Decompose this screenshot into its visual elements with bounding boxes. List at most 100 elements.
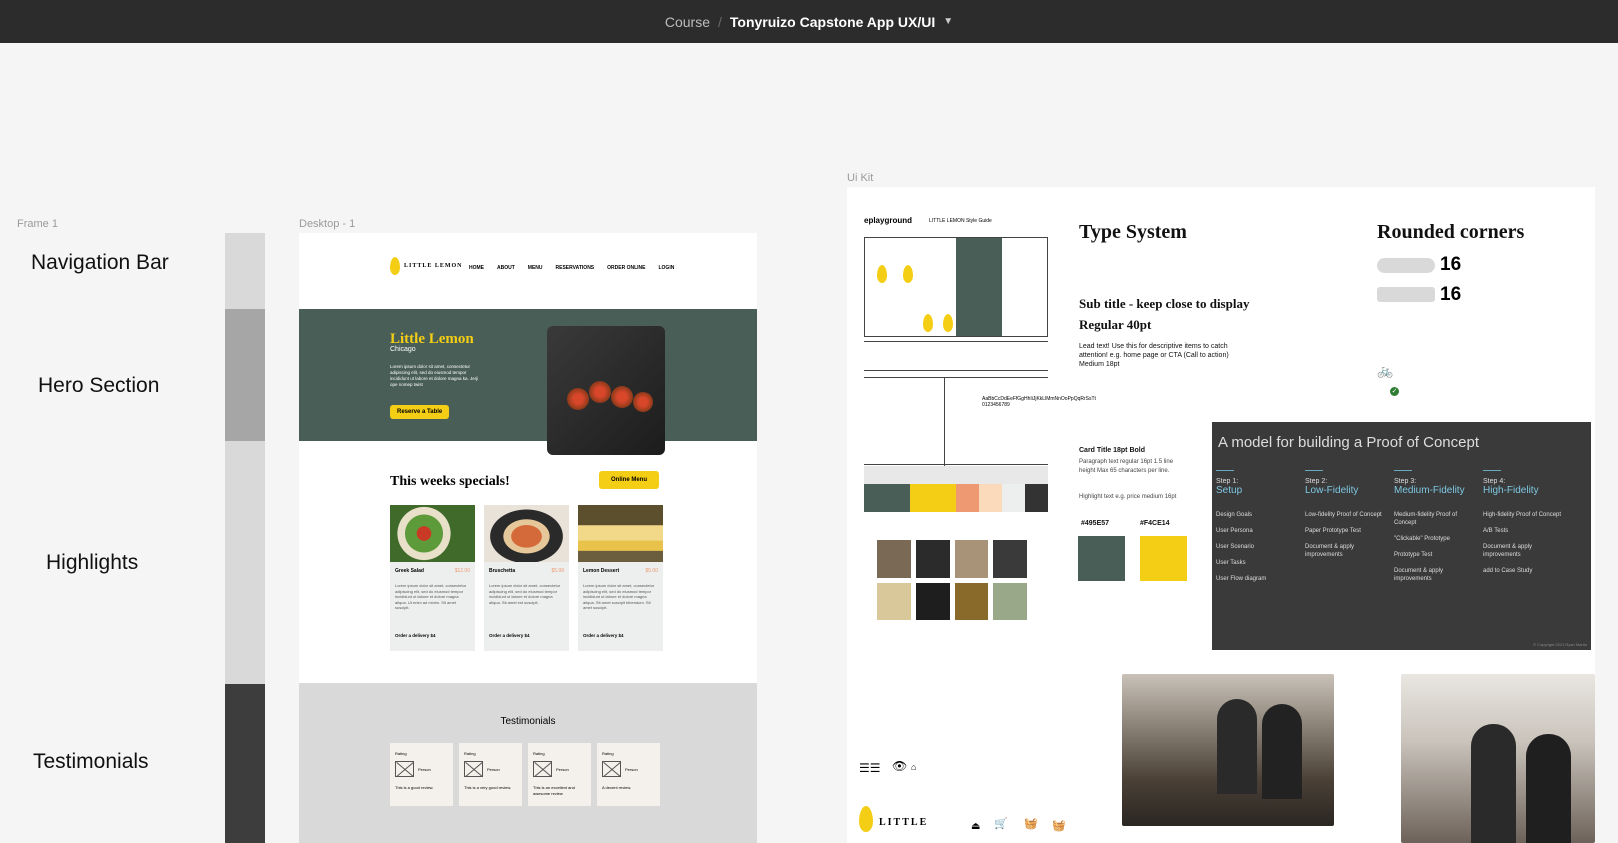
greek-salad-image	[390, 505, 475, 562]
avatar-placeholder-icon	[533, 761, 552, 777]
card-order-link[interactable]: Order a delivery $4	[395, 633, 436, 638]
basket-add-icon: 🧺	[1024, 818, 1038, 830]
styleguide-color-header	[864, 466, 1048, 484]
chevron-down-icon[interactable]: ▼	[943, 16, 953, 27]
card-title: Bruschetta	[489, 568, 516, 574]
ui-kit-frame[interactable]: eplayground LITTLE LEMON Style Guide AaB…	[847, 187, 1595, 843]
testimonial-card: Rating Person This is an excellent and awe…	[528, 743, 591, 806]
card-order-link[interactable]: Order a delivery $4	[583, 633, 624, 638]
hero-image	[547, 326, 665, 455]
testimonial-card: Rating Person This is a very good review.	[459, 743, 522, 806]
card-price: $5.99	[551, 568, 564, 574]
card-title-sample: Card Title 18pt Bold	[1079, 447, 1145, 454]
section-bar-highlights[interactable]	[225, 441, 265, 684]
lemon-dessert-image	[578, 505, 663, 562]
frame-label-desktop[interactable]: Desktop - 1	[299, 218, 355, 230]
cart-icon: ⏏	[971, 821, 981, 832]
logo[interactable]: LITTLE LEMON	[390, 257, 463, 275]
file-name[interactable]: Tonyruizo Capstone App UX/UI	[730, 14, 935, 30]
chefs-photo-2	[1401, 674, 1595, 843]
card-description: Lorem ipsum dolor sit amet, consectetur …	[395, 583, 467, 610]
desktop-frame[interactable]: LITTLE LEMON HOME ABOUT MENU RESERVATION…	[299, 233, 757, 843]
breadcrumb-separator: /	[718, 13, 722, 30]
regular-sample: Regular 40pt	[1079, 317, 1152, 332]
proof-of-concept-panel: A model for building a Proof of Concept …	[1212, 422, 1591, 650]
section-bar-testimonials[interactable]	[225, 684, 265, 843]
eye-icon: 👁	[892, 759, 908, 773]
testimonials-title: Testimonials	[500, 716, 556, 727]
nav-bar: LITTLE LEMON HOME ABOUT MENU RESERVATION…	[299, 233, 757, 309]
styleguide-typefaces: AaBbCcDdEeFfGgHhIiJjKkLlMmNnOoPpQqRrSsTt…	[864, 377, 1096, 466]
styleguide-info-row	[864, 341, 1048, 371]
avatar-placeholder-icon	[602, 761, 621, 777]
bike-icon: 🚲	[1377, 363, 1394, 378]
special-card[interactable]: Bruschetta $5.99 Lorem ipsum dolor sit a…	[484, 505, 569, 651]
radius-value: 16	[1440, 254, 1462, 275]
card-price: $12.00	[454, 568, 470, 574]
check-icon: ✓	[1390, 387, 1399, 396]
breadcrumb-parent[interactable]: Course	[665, 14, 710, 30]
nav-about[interactable]: ABOUT	[497, 265, 515, 271]
rounded-rect-sample	[1377, 287, 1435, 302]
avatar-placeholder-icon	[464, 761, 483, 777]
model-title: A model for building a Proof of Concept	[1218, 434, 1479, 451]
step-column: Step 2: Low-Fidelity Low-fidelity Proof o…	[1305, 470, 1390, 567]
color-swatch-secondary[interactable]	[1140, 536, 1187, 581]
avatar-placeholder-icon	[395, 761, 414, 777]
styleguide-logos	[864, 237, 1048, 337]
specials-title: This weeks specials!	[390, 474, 510, 489]
section-label-hero: Hero Section	[38, 374, 160, 397]
styleguide-caption: LITTLE LEMON Style Guide	[929, 218, 992, 224]
paragraph-sample: Paragraph text regular 16pt 1.5 line hei…	[1079, 459, 1174, 474]
nav-menu-link[interactable]: MENU	[528, 265, 543, 271]
nav-order-online[interactable]: ORDER ONLINE	[607, 265, 645, 271]
radius-value: 16	[1440, 284, 1462, 305]
step-column: Step 4: High-Fidelity High-fidelity Proof…	[1483, 470, 1568, 583]
logo-word: LITTLE	[879, 817, 929, 828]
special-card[interactable]: Greek Salad $12.00 Lorem ipsum dolor sit…	[390, 505, 475, 651]
search-cart-icon: 🛒	[994, 818, 1008, 830]
top-toolbar: Course / Tonyruizo Capstone App UX/UI ▼	[0, 0, 1618, 43]
step-column: Step 1: Setup Design Goals User Persona Use…	[1216, 470, 1301, 591]
special-card[interactable]: Lemon Dessert $5.00 Lorem ipsum dolor si…	[578, 505, 663, 651]
rounded-pill-sample	[1377, 258, 1435, 273]
section-label-navigation: Navigation Bar	[31, 251, 169, 274]
basket-icon: 🧺	[1052, 820, 1066, 832]
card-order-link[interactable]: Order a delivery $4	[489, 633, 530, 638]
online-menu-button[interactable]: Online Menu	[599, 471, 659, 489]
frame-label-uikit[interactable]: Ui Kit	[847, 172, 873, 184]
section-label-highlights: Highlights	[46, 551, 139, 574]
subtitle-sample: Sub title - keep close to display	[1079, 296, 1250, 311]
hero-description: Lorem ipsum dolor sit amet, consectetur …	[390, 364, 479, 387]
card-description: Lorem ipsum dolor sit amet, consectetur …	[489, 583, 561, 605]
color2-label: #F4CE14	[1140, 520, 1170, 527]
hero-city: Chicago	[390, 346, 416, 353]
copyright: © Copyright 2021 Ryan Martin	[1533, 642, 1587, 647]
frame-label-frame1[interactable]: Frame 1	[17, 218, 58, 230]
section-label-testimonials: Testimonials	[33, 750, 149, 773]
hero-section: Little Lemon Chicago Lorem ipsum dolor s…	[299, 309, 757, 455]
section-bar-navigation[interactable]	[225, 233, 265, 309]
styleguide-brand: eplayground	[864, 216, 913, 225]
color1-label: #495E57	[1081, 520, 1110, 527]
nav-login[interactable]: LOGIN	[658, 265, 674, 271]
nav-home[interactable]: HOME	[469, 265, 484, 271]
card-title: Lemon Dessert	[583, 568, 620, 574]
home-icon: ⌂	[911, 762, 917, 772]
photo-grid	[877, 540, 1027, 620]
nav-reservations[interactable]: RESERVATIONS	[556, 265, 595, 271]
bruschetta-image	[484, 505, 569, 562]
lead-text-sample: Lead text! Use this for descriptive item…	[1079, 343, 1229, 368]
testimonials-section: Testimonials Rating Person This is a good …	[299, 683, 757, 843]
highlight-sample: Highlight text e.g. price medium 16pt	[1079, 494, 1177, 500]
section-bar-hero[interactable]	[225, 309, 265, 441]
testimonial-card: Rating Person This is a good review.	[390, 743, 453, 806]
rounded-corners-title: Rounded corners	[1377, 221, 1525, 243]
type-system-title: Type System	[1079, 221, 1187, 243]
color-swatch-primary[interactable]	[1078, 536, 1125, 581]
card-price: $5.00	[645, 568, 658, 574]
menu-icon: ☰☰	[859, 761, 881, 775]
reserve-table-button[interactable]: Reserve a Table	[390, 405, 450, 419]
nav-menu: HOME ABOUT MENU RESERVATIONS ORDER ONLIN…	[469, 265, 674, 271]
card-title: Greek Salad	[395, 568, 424, 574]
